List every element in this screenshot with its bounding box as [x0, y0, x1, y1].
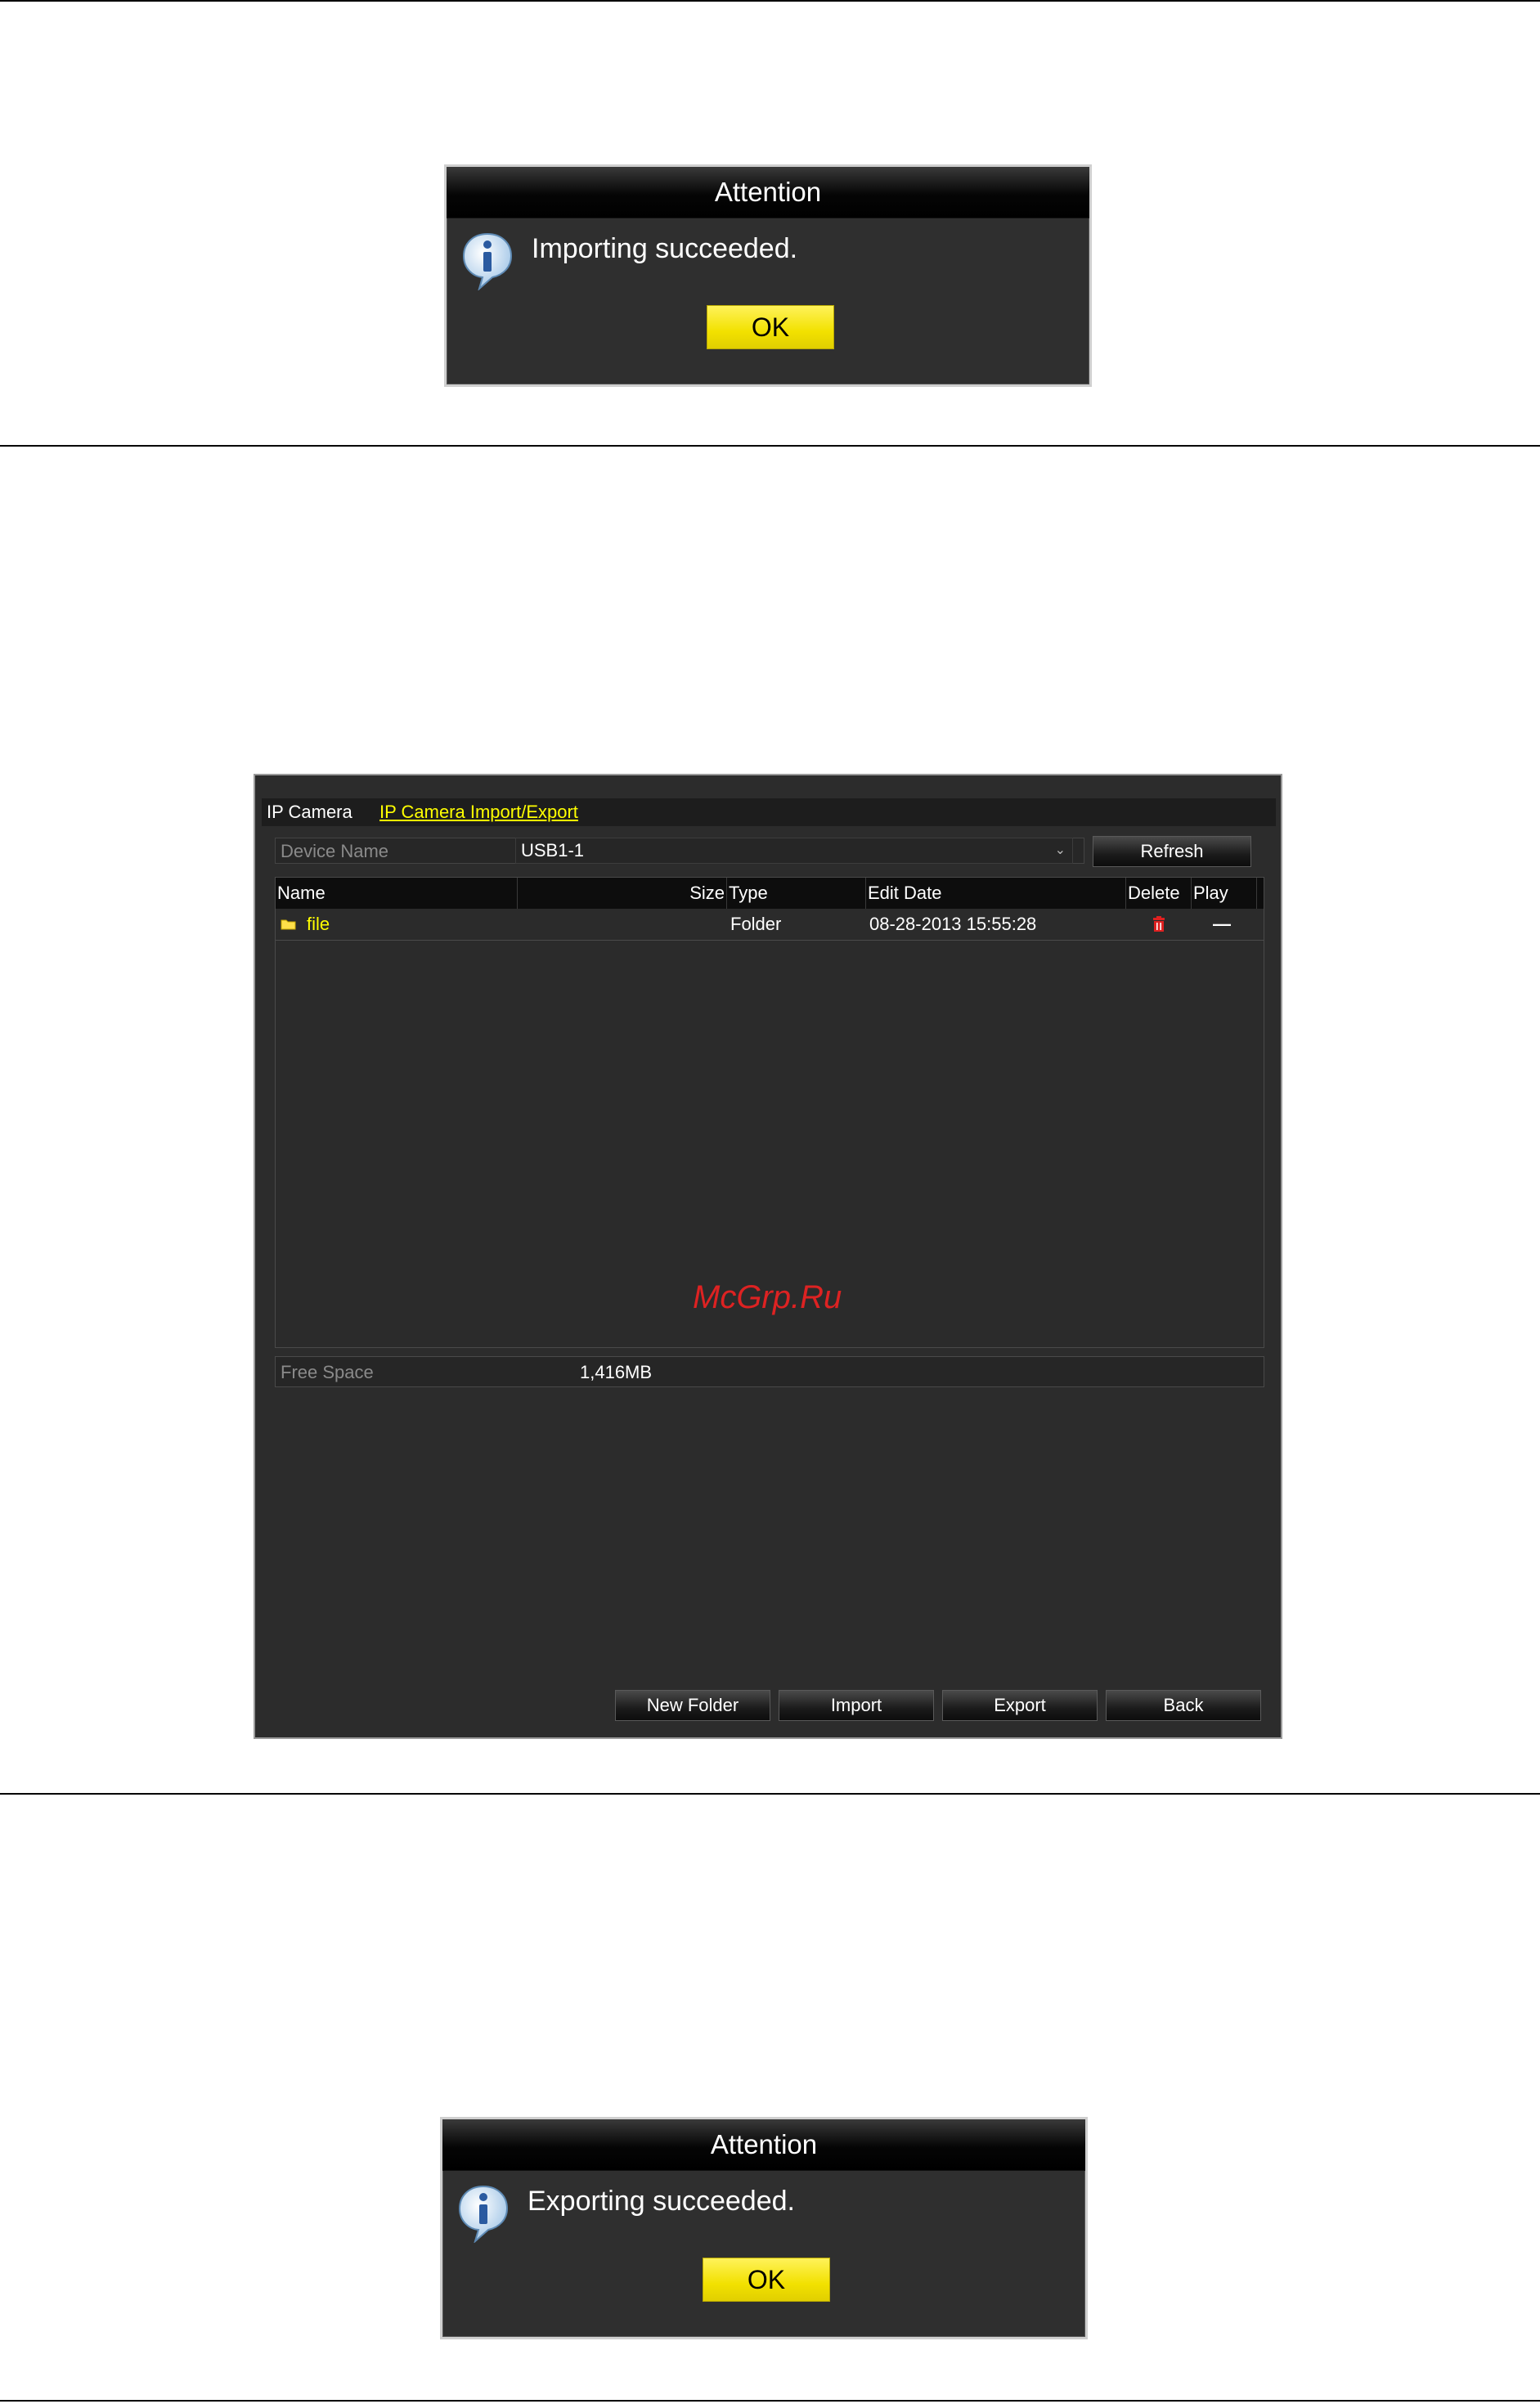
trash-icon[interactable] — [1152, 916, 1165, 932]
divider-line-3 — [0, 1793, 1540, 1795]
new-folder-button[interactable]: New Folder — [615, 1690, 770, 1721]
info-icon — [458, 2185, 509, 2243]
tab-ip-camera-import-export[interactable]: IP Camera Import/Export — [379, 798, 578, 826]
refresh-button[interactable]: Refresh — [1093, 836, 1251, 867]
file-edit-date: 08-28-2013 15:55:28 — [869, 914, 1037, 934]
free-space-row: Free Space 1,416MB — [275, 1356, 1264, 1387]
ok-button[interactable]: OK — [707, 305, 834, 349]
back-button[interactable]: Back — [1106, 1690, 1261, 1721]
file-name: file — [307, 914, 330, 934]
column-header-delete[interactable]: Delete — [1126, 878, 1192, 909]
divider-line-4 — [0, 2400, 1540, 2402]
export-button[interactable]: Export — [942, 1690, 1098, 1721]
divider-line-2 — [0, 445, 1540, 447]
export-success-dialog: Attention Exporting succeeded. OK — [440, 2117, 1088, 2339]
device-name-label: Device Name — [281, 841, 389, 861]
device-name-select[interactable]: USB1-1 ⌄ — [515, 838, 1073, 864]
tab-bar: IP Camera IP Camera Import/Export — [262, 798, 1276, 826]
column-header-name[interactable]: Name — [276, 878, 518, 909]
import-button[interactable]: Import — [779, 1690, 934, 1721]
dialog-body: Exporting succeeded. OK — [442, 2171, 1085, 2339]
free-space-label: Free Space — [281, 1362, 374, 1382]
ok-button[interactable]: OK — [703, 2258, 830, 2302]
file-type: Folder — [730, 914, 782, 934]
dialog-message: Exporting succeeded. — [528, 2186, 795, 2217]
folder-icon — [281, 919, 296, 930]
play-placeholder: — — [1213, 914, 1231, 934]
column-header-size[interactable]: Size — [518, 878, 727, 909]
device-name-value: USB1-1 — [521, 840, 585, 860]
watermark-text: McGrp.Ru — [693, 1279, 842, 1315]
chevron-down-icon: ⌄ — [1054, 843, 1066, 857]
info-icon — [462, 232, 513, 290]
free-space-value: 1,416MB — [580, 1362, 653, 1382]
dialog-title: Attention — [442, 2119, 1085, 2171]
dialog-title: Attention — [447, 167, 1089, 218]
column-header-type[interactable]: Type — [727, 878, 866, 909]
table-header: Name Size Type Edit Date Delete Play — [276, 878, 1264, 909]
ip-camera-import-export-window: IP Camera IP Camera Import/Export Device… — [254, 774, 1282, 1739]
column-header-play[interactable]: Play — [1192, 878, 1257, 909]
column-header-edit-date[interactable]: Edit Date — [866, 878, 1126, 909]
file-table: Name Size Type Edit Date Delete Play fil… — [275, 877, 1264, 1348]
dialog-message: Importing succeeded. — [532, 233, 798, 264]
import-success-dialog: Attention Importing succeeded. OK — [444, 164, 1092, 387]
divider-line-1 — [0, 0, 1540, 2]
tab-ip-camera[interactable]: IP Camera — [267, 798, 352, 826]
dialog-body: Importing succeeded. OK — [447, 218, 1089, 387]
table-row[interactable]: file Folder 08-28-2013 15:55:28 — — [276, 909, 1264, 941]
